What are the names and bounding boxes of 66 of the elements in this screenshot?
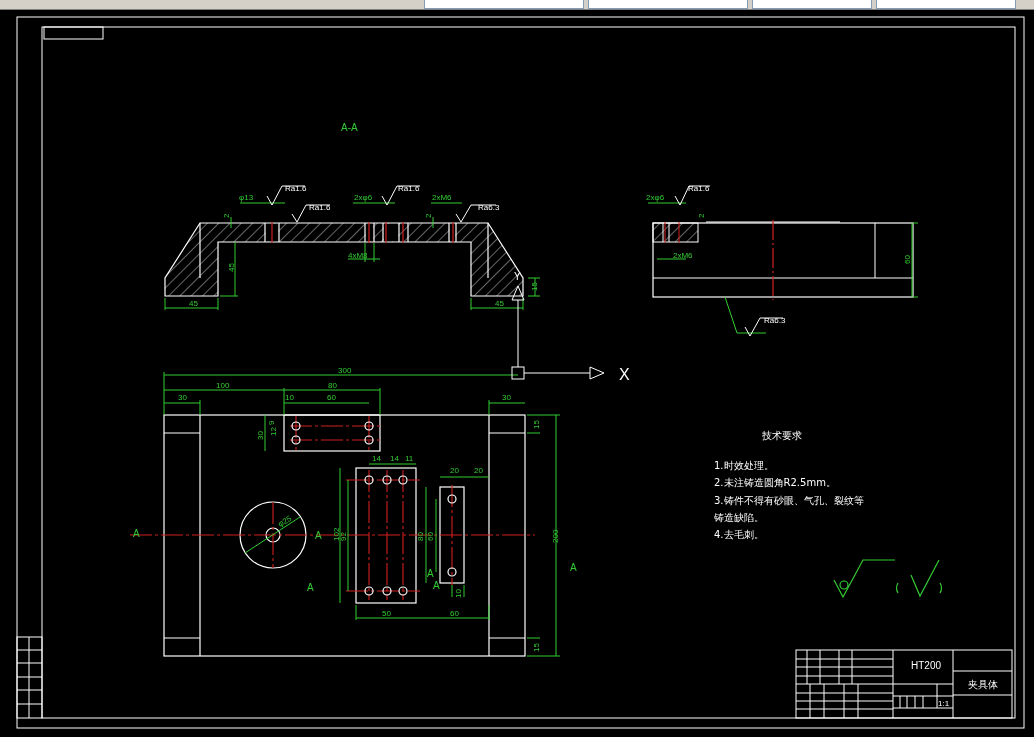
dimension-label: 30	[256, 431, 265, 440]
dimension-label: 60	[426, 532, 435, 541]
dimension-label: 45	[189, 299, 198, 308]
dimension-label: 92	[339, 532, 348, 541]
roughness-label: Ra6.3	[764, 316, 786, 325]
dimension-label: 9	[267, 420, 276, 425]
dimension-label: 14	[390, 454, 399, 463]
roughness-label: Ra6.3	[478, 203, 500, 212]
dimension-label: 15	[532, 420, 541, 429]
requirement-text: 3.铸件不得有砂眼、气孔、裂纹等	[714, 494, 864, 506]
dimension-label: 2	[697, 213, 706, 218]
dimension-label: 2xφ6	[354, 193, 373, 202]
requirements-title: 技术要求	[762, 430, 802, 441]
requirement-text: 2.未注铸造圆角R2.5mm。	[714, 477, 836, 489]
scale-label: 1:1	[938, 699, 950, 708]
dimension-label: 15	[532, 643, 541, 652]
requirement-text: 1.时效处理。	[714, 460, 774, 471]
dimension-label: 30	[178, 393, 187, 402]
dimension-label: 102	[332, 527, 341, 541]
dimension-label: 80	[416, 532, 425, 541]
dimension-label: 60	[903, 255, 912, 264]
dimension-label: 10	[454, 589, 463, 598]
dimension-label: φ13	[239, 193, 254, 202]
dimension-label: 2xM6	[673, 251, 693, 260]
dimension-label: 100	[216, 381, 230, 390]
dimension-label: 11	[405, 454, 414, 463]
dimension-label: 12	[269, 427, 278, 436]
part-name-label: 夹具体	[968, 679, 998, 690]
property-dropdown[interactable]	[588, 0, 748, 9]
view-title: A-A	[341, 122, 358, 133]
dimension-label: 14	[372, 454, 381, 463]
section-mark-label: A	[570, 562, 577, 573]
dimension-label: 60	[327, 393, 336, 402]
dimension-label: 45	[495, 299, 504, 308]
dimension-label: 15	[530, 282, 539, 291]
dimension-label: 300	[338, 366, 352, 375]
dimension-label: 2	[222, 213, 231, 218]
dimension-label: 30	[502, 393, 511, 402]
property-dropdown[interactable]	[752, 0, 872, 9]
roughness-label: Ra1.6	[398, 184, 420, 193]
dimension-label: 2	[424, 213, 433, 218]
requirement-text: 铸造缺陷。	[714, 511, 764, 523]
dimension-label: 20	[450, 466, 459, 475]
dimension-label: 50	[382, 609, 391, 618]
dimension-label: φ25	[276, 513, 294, 529]
material-label: HT200	[911, 660, 941, 671]
property-dropdown[interactable]	[424, 0, 584, 9]
dimension-label: 10	[285, 393, 294, 402]
roughness-label: Ra1.6	[309, 203, 331, 212]
dimension-label: 45	[227, 263, 236, 272]
dimension-label: 60	[450, 609, 459, 618]
dimension-label: 20	[474, 466, 483, 475]
axis-label: X	[619, 366, 630, 383]
section-mark-label: A	[307, 582, 314, 593]
dimension-label: 2xφ6	[646, 193, 665, 202]
roughness-label: Ra1.6	[285, 184, 307, 193]
property-dropdown[interactable]	[876, 0, 1016, 9]
dimension-label: 80	[328, 381, 337, 390]
section-mark-label: A	[427, 568, 434, 579]
roughness-label: Ra1.6	[688, 184, 710, 193]
section-mark-label: A	[133, 528, 140, 539]
section-mark-label: A	[433, 580, 440, 591]
section-mark-label: A	[315, 530, 322, 541]
requirement-text: 4.去毛刺。	[714, 529, 764, 541]
dimension-label: 2xM6	[432, 193, 452, 202]
dimension-label: 200	[551, 529, 560, 543]
